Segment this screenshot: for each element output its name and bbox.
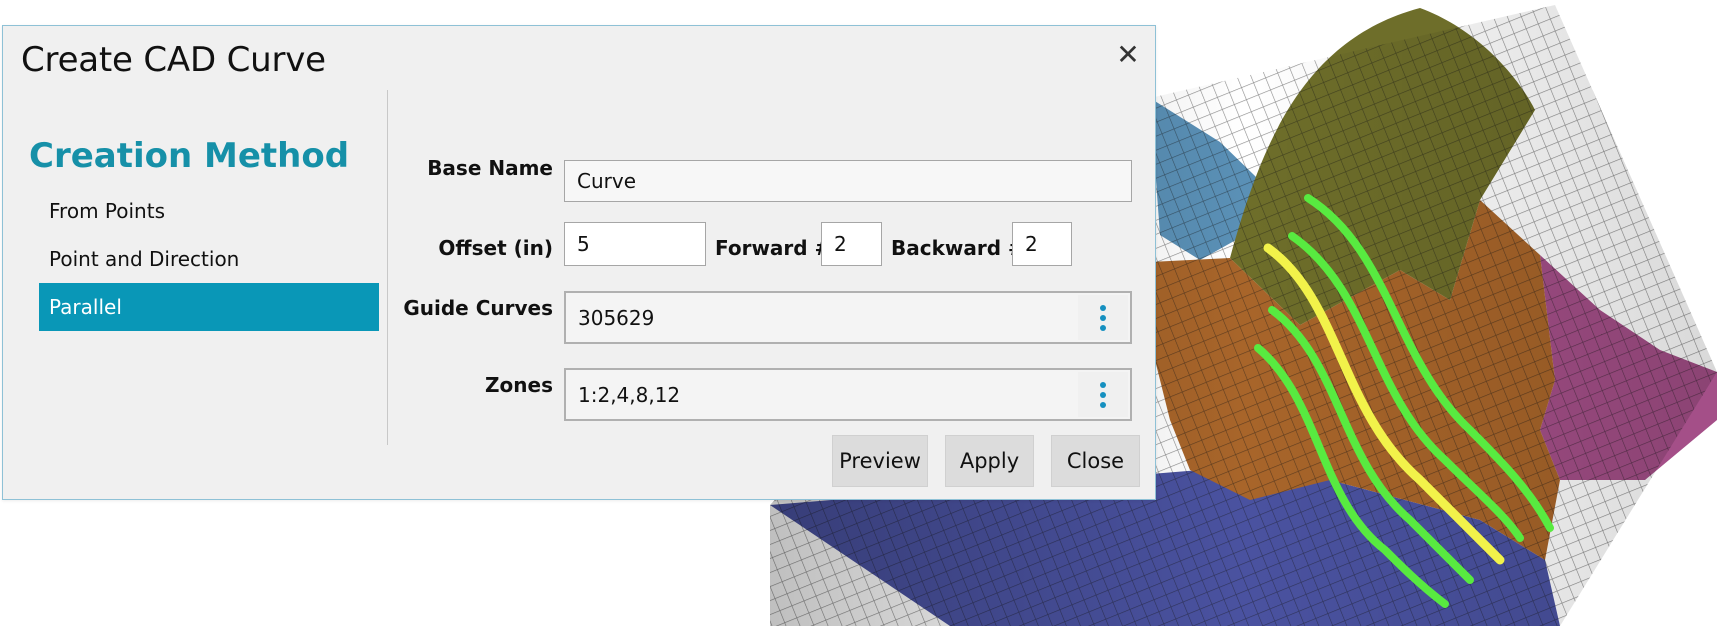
offset-value: 5: [577, 232, 590, 256]
method-item-parallel[interactable]: Parallel: [39, 283, 379, 331]
guide-curves-value: 305629: [578, 305, 655, 330]
guide-curves-label: Guide Curves: [403, 296, 553, 320]
creation-method-panel: Creation Method From Points Point and Di…: [3, 101, 388, 451]
offset-label: Offset (in): [438, 236, 553, 260]
backward-value: 2: [1025, 232, 1038, 256]
more-vertical-icon[interactable]: [1078, 372, 1128, 417]
dialog-title: Create CAD Curve: [21, 40, 326, 80]
forward-label: Forward #: [715, 236, 832, 260]
backward-field[interactable]: 2: [1012, 222, 1072, 266]
zones-field[interactable]: 1:2,4,8,12: [564, 368, 1132, 421]
method-item-point-and-direction[interactable]: Point and Direction: [39, 235, 379, 283]
zones-value: 1:2,4,8,12: [578, 382, 681, 407]
apply-button[interactable]: Apply: [945, 435, 1034, 487]
zones-label: Zones: [485, 373, 553, 397]
backward-label: Backward #: [891, 236, 1025, 260]
panel-divider: [387, 90, 388, 445]
base-name-value: Curve: [577, 169, 637, 193]
more-vertical-icon[interactable]: [1078, 295, 1128, 340]
forward-value: 2: [834, 232, 847, 256]
base-name-label: Base Name: [427, 156, 553, 180]
creation-method-heading: Creation Method: [29, 136, 350, 176]
close-icon[interactable]: ✕: [1115, 41, 1141, 69]
create-cad-curve-dialog: Create CAD Curve ✕ Creation Method From …: [2, 25, 1156, 500]
offset-field[interactable]: 5: [564, 222, 706, 266]
method-item-from-points[interactable]: From Points: [39, 187, 379, 235]
close-button[interactable]: Close: [1051, 435, 1140, 487]
base-name-field[interactable]: Curve: [564, 160, 1132, 202]
preview-button[interactable]: Preview: [832, 435, 928, 487]
guide-curves-field[interactable]: 305629: [564, 291, 1132, 344]
forward-field[interactable]: 2: [821, 222, 882, 266]
